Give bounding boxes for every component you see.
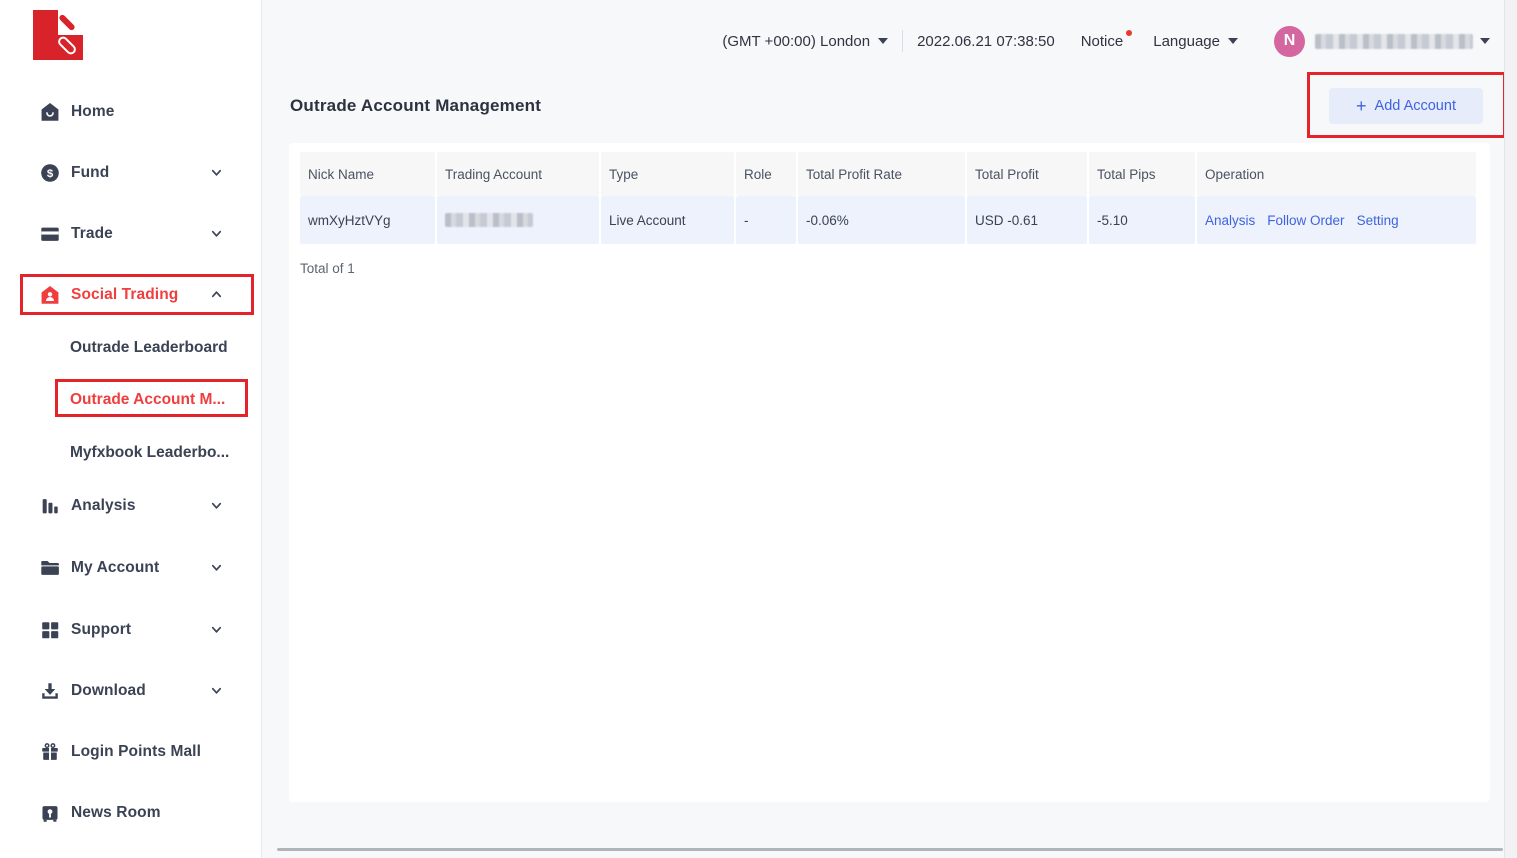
column-header-nick-name: Nick Name — [300, 152, 435, 196]
social-trading-house-person-icon — [38, 283, 62, 307]
sidebar-item-label: Download — [71, 682, 146, 700]
sidebar-subitem-label: Myfxbook Leaderbo... — [70, 444, 229, 462]
chevron-down-icon — [210, 499, 223, 517]
cell-trading-account — [437, 196, 599, 244]
home-icon — [38, 100, 62, 124]
notice-label: Notice — [1081, 33, 1124, 50]
fund-icon: $ — [38, 161, 62, 185]
setting-link[interactable]: Setting — [1357, 213, 1399, 228]
svg-text:$: $ — [47, 168, 54, 180]
column-header-type: Type — [601, 152, 734, 196]
bottom-divider — [277, 848, 1503, 851]
sidebar-item-news-room[interactable]: News Room — [0, 798, 262, 828]
chevron-down-icon — [210, 561, 223, 579]
bar-chart-icon — [38, 494, 62, 518]
username-redacted[interactable] — [1315, 34, 1473, 49]
cell-operations: Analysis Follow Order Setting — [1197, 196, 1476, 244]
caret-down-icon — [1228, 38, 1238, 44]
cell-type: Live Account — [601, 196, 734, 244]
sidebar-item-label: Fund — [71, 164, 109, 182]
language-selector[interactable]: Language — [1153, 33, 1238, 50]
chevron-down-icon — [210, 166, 223, 184]
accounts-table: Nick Name Trading Account Type Role Tota… — [300, 152, 1476, 244]
timezone-label: (GMT +00:00) London — [722, 33, 870, 50]
grid-icon — [38, 618, 62, 642]
sidebar-item-support[interactable]: Support — [0, 615, 262, 645]
trade-icon — [38, 222, 62, 246]
sidebar-item-trade[interactable]: Trade — [0, 219, 262, 249]
sidebar-subitem-myfxbook-leaderboard[interactable]: Myfxbook Leaderbo... — [70, 440, 229, 466]
sidebar-item-label: News Room — [71, 804, 161, 822]
cell-total-profit: USD -0.61 — [967, 196, 1087, 244]
gift-icon — [38, 740, 62, 764]
sidebar-item-label: Analysis — [71, 497, 136, 515]
sidebar-item-label: Support — [71, 621, 131, 639]
trading-account-redacted — [445, 213, 533, 227]
plus-icon: + — [1356, 97, 1367, 115]
column-header-total-pips: Total Pips — [1089, 152, 1195, 196]
sidebar-item-label: Trade — [71, 225, 113, 243]
cell-role: - — [736, 196, 796, 244]
table-row: wmXyHztVYg Live Account - -0.06% USD -0.… — [300, 196, 1476, 244]
avatar[interactable]: N — [1274, 26, 1305, 57]
sidebar-item-label: Social Trading — [71, 286, 178, 304]
follow-order-link[interactable]: Follow Order — [1267, 213, 1344, 228]
add-account-label: Add Account — [1375, 98, 1456, 114]
analysis-link[interactable]: Analysis — [1205, 213, 1255, 228]
total-count-text: Total of 1 — [300, 261, 355, 276]
column-header-operation: Operation — [1197, 152, 1476, 196]
user-menu-caret-icon[interactable] — [1480, 38, 1490, 44]
brand-logo-slash2-icon — [56, 35, 78, 57]
sidebar-subitem-label: Outrade Account M... — [70, 391, 225, 409]
sidebar-item-label: My Account — [71, 559, 159, 577]
notice-unread-dot — [1126, 30, 1132, 36]
table-header-row: Nick Name Trading Account Type Role Tota… — [300, 152, 1476, 196]
sidebar-item-my-account[interactable]: My Account — [0, 553, 262, 583]
timezone-selector[interactable]: (GMT +00:00) London — [722, 33, 888, 50]
brand-logo[interactable] — [33, 10, 83, 60]
topbar-divider — [902, 30, 903, 52]
add-account-button[interactable]: + Add Account — [1329, 88, 1483, 124]
column-header-trading-account: Trading Account — [437, 152, 599, 196]
caret-down-icon — [878, 38, 888, 44]
language-label: Language — [1153, 33, 1220, 50]
news-room-badge-icon — [38, 801, 62, 825]
topbar: (GMT +00:00) London 2022.06.21 07:38:50 … — [690, 24, 1490, 58]
vertical-scrollbar[interactable] — [1504, 0, 1517, 858]
page-title: Outrade Account Management — [290, 96, 541, 116]
sidebar-subitem-label: Outrade Leaderboard — [70, 339, 228, 357]
sidebar-item-login-points-mall[interactable]: Login Points Mall — [0, 737, 262, 767]
chevron-down-icon — [210, 684, 223, 702]
chevron-up-icon — [210, 288, 223, 306]
column-header-total-profit-rate: Total Profit Rate — [798, 152, 965, 196]
cell-total-pips: -5.10 — [1089, 196, 1195, 244]
sidebar-item-fund[interactable]: $ Fund — [0, 158, 262, 188]
sidebar-item-label: Login Points Mall — [71, 743, 201, 761]
download-icon — [38, 679, 62, 703]
column-header-role: Role — [736, 152, 796, 196]
folder-icon — [38, 556, 62, 580]
chevron-down-icon — [210, 623, 223, 641]
content-card: Nick Name Trading Account Type Role Tota… — [289, 143, 1490, 802]
sidebar-item-download[interactable]: Download — [0, 676, 262, 706]
sidebar-item-social-trading[interactable]: Social Trading — [0, 280, 262, 310]
sidebar-item-analysis[interactable]: Analysis — [0, 491, 262, 521]
cell-total-profit-rate: -0.06% — [798, 196, 965, 244]
sidebar: Home $ Fund Trade Social Trading Outrade… — [0, 0, 262, 858]
notice-link[interactable]: Notice — [1081, 33, 1124, 50]
sidebar-subitem-outrade-leaderboard[interactable]: Outrade Leaderboard — [70, 335, 228, 361]
column-header-total-profit: Total Profit — [967, 152, 1087, 196]
sidebar-subitem-outrade-account-management[interactable]: Outrade Account M... — [70, 387, 225, 413]
cell-nick-name: wmXyHztVYg — [300, 196, 435, 244]
sidebar-item-home[interactable]: Home — [0, 97, 262, 127]
chevron-down-icon — [210, 227, 223, 245]
server-datetime: 2022.06.21 07:38:50 — [917, 33, 1055, 50]
sidebar-item-label: Home — [71, 103, 114, 121]
